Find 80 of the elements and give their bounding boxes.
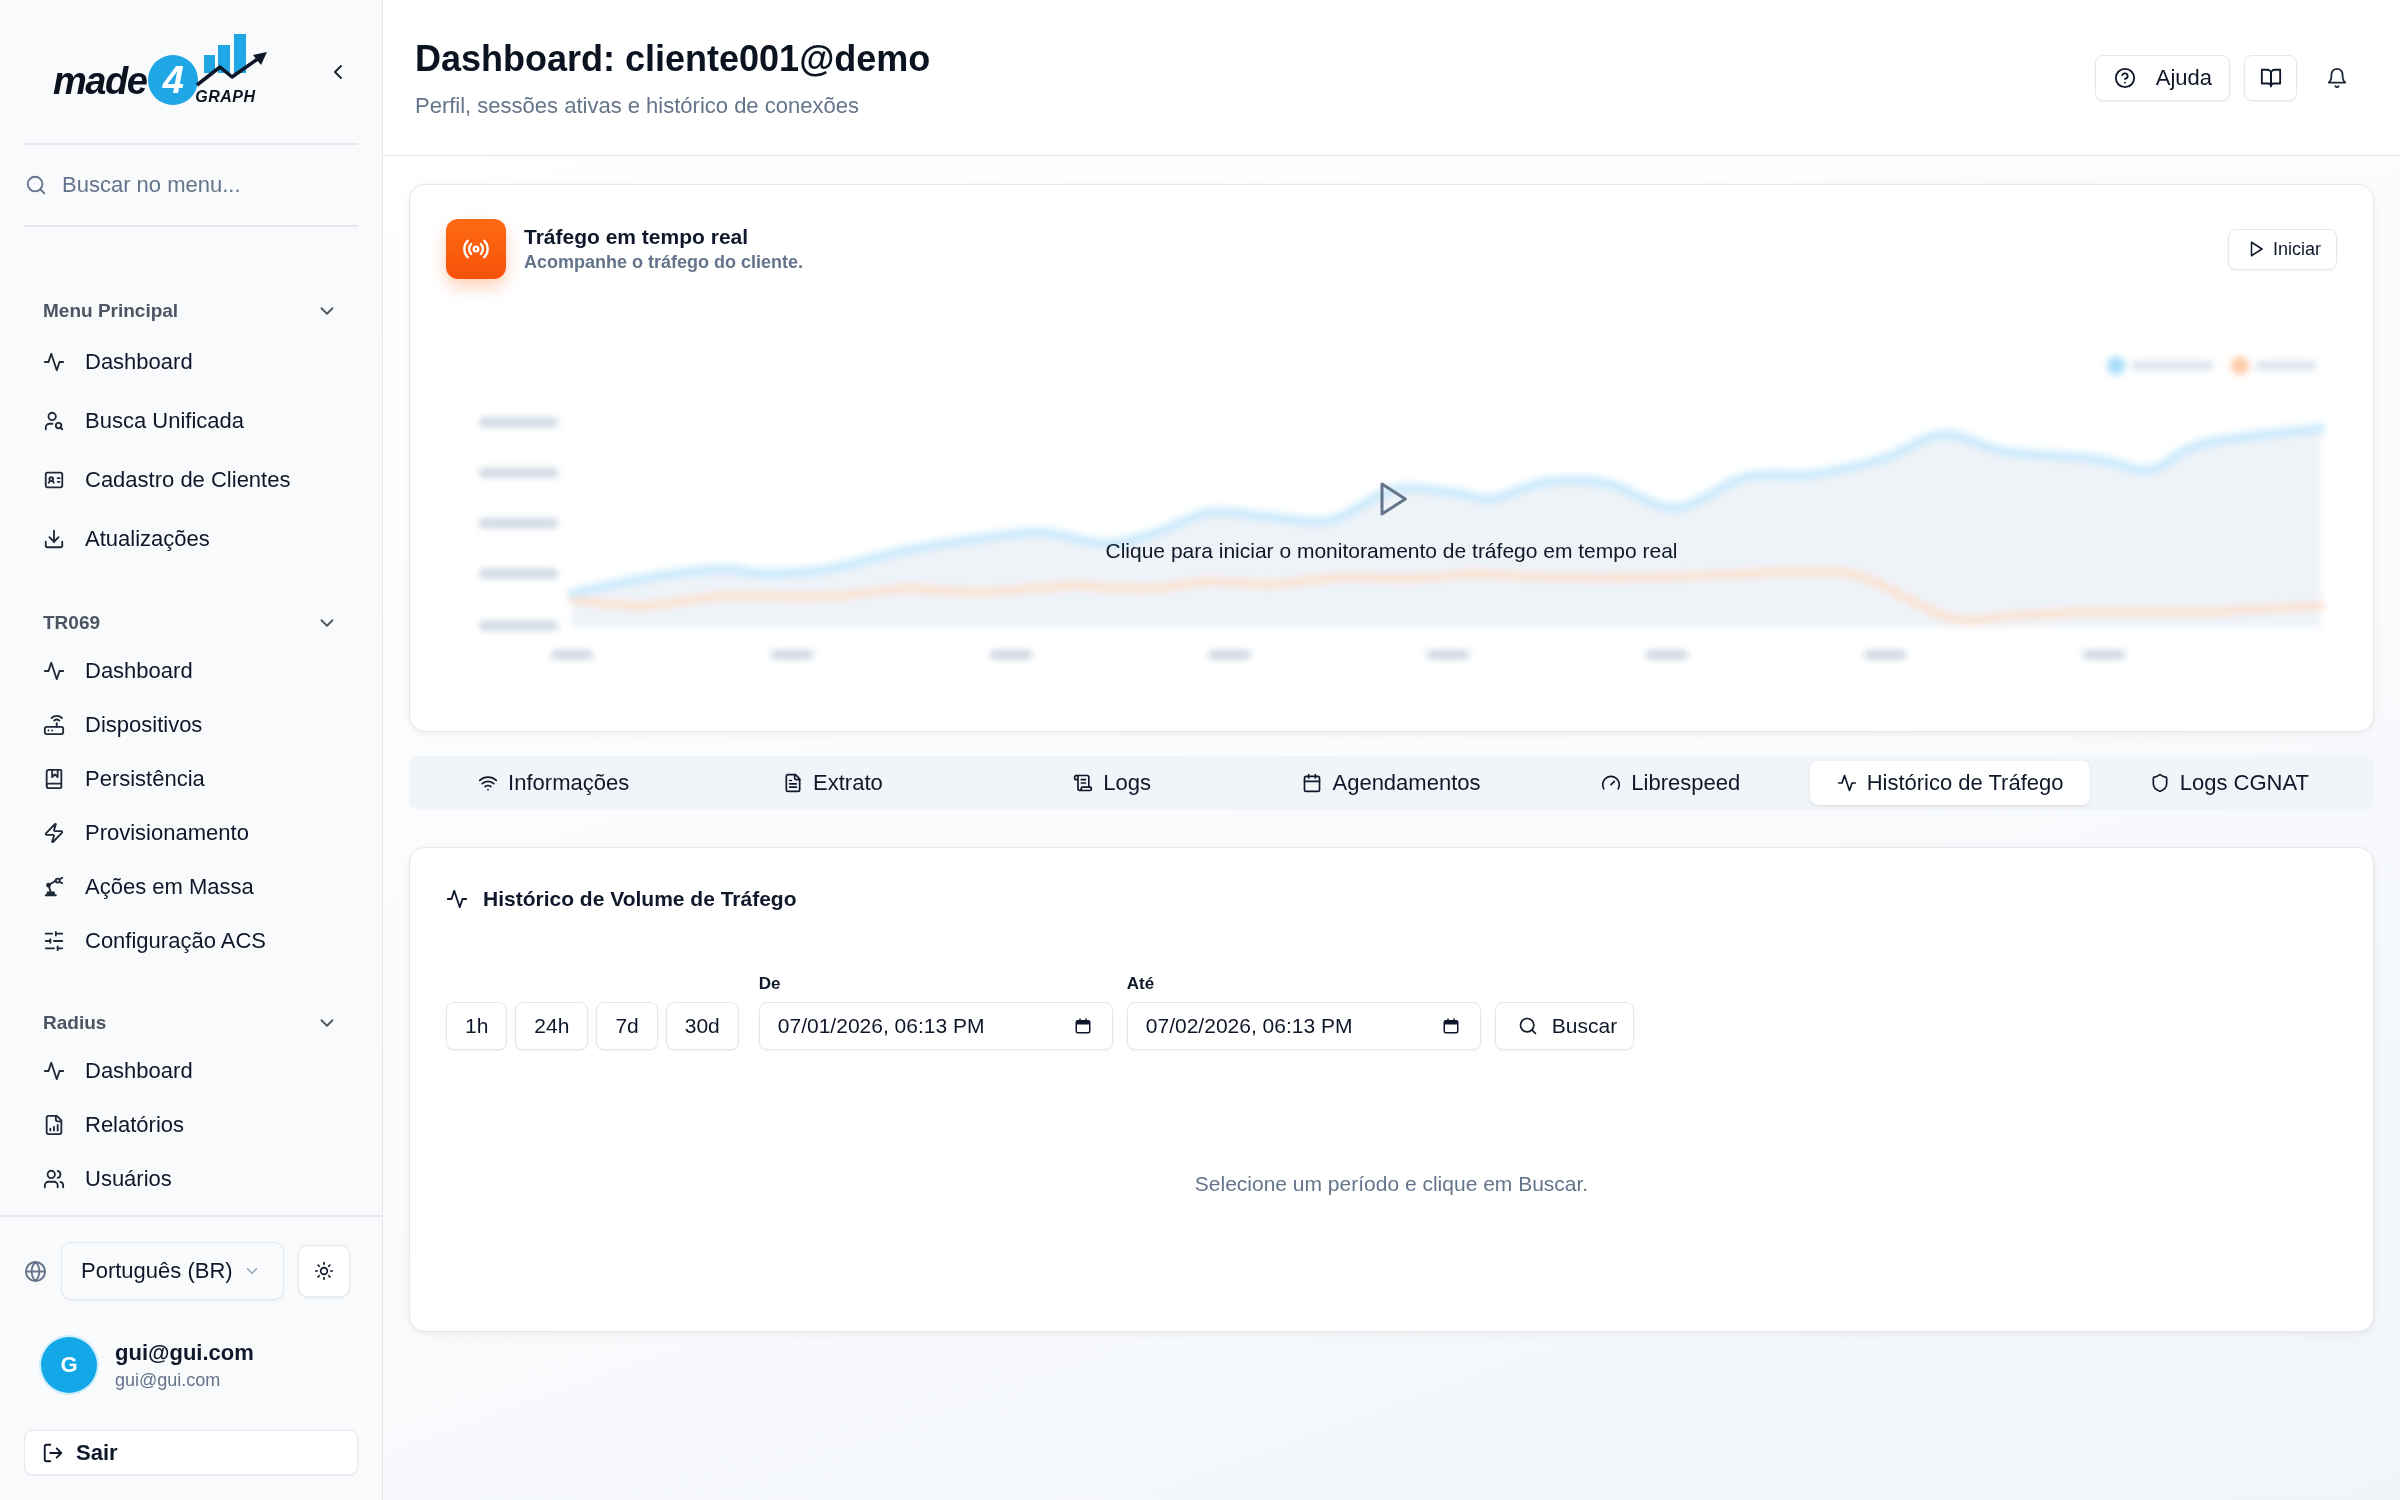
- tab[interactable]: Informações: [414, 761, 694, 805]
- tab[interactable]: Logs: [972, 761, 1252, 805]
- search-icon: [25, 174, 47, 196]
- logout-icon: [42, 1441, 64, 1464]
- user-email: gui@gui.com: [115, 1368, 222, 1391]
- pulse-line-icon: [446, 888, 468, 910]
- nav-item[interactable]: Busca Unificada: [24, 391, 358, 450]
- tab[interactable]: Extrato: [693, 761, 973, 805]
- tab[interactable]: Librespeed: [1531, 761, 1811, 805]
- nav-item[interactable]: Relatórios: [24, 1098, 358, 1152]
- theme-toggle-button[interactable]: [298, 1245, 350, 1297]
- range-preset-button[interactable]: 30d: [665, 1002, 739, 1050]
- page-title: Dashboard: cliente001@demo: [415, 38, 931, 79]
- scroll-icon: [1073, 773, 1094, 793]
- nav-item[interactable]: Persistência: [24, 752, 358, 806]
- robot-arm-icon: [43, 876, 65, 898]
- pulse-line-icon: [43, 660, 65, 682]
- wifi-icon: [478, 773, 499, 793]
- section-toggle[interactable]: TR069: [24, 602, 358, 644]
- range-preset-button[interactable]: 24h: [515, 1002, 589, 1050]
- sliders-icon: [43, 930, 65, 952]
- search-button[interactable]: Buscar: [1494, 1002, 1635, 1050]
- empty-state-message: Selecione um período e clique em Buscar.: [1194, 1171, 1589, 1196]
- pulse-line-icon: [43, 350, 65, 373]
- lightning-icon: [43, 822, 65, 844]
- globe-icon: [24, 1259, 47, 1283]
- download-icon: [43, 527, 65, 550]
- section-toggle[interactable]: Menu Principal: [24, 290, 358, 332]
- nav-item[interactable]: Cadastro de Clientes: [24, 450, 358, 509]
- card-subtitle: Acompanhe o tráfego do cliente.: [524, 251, 804, 273]
- nav-item[interactable]: Atualizações: [24, 509, 358, 568]
- card-title: Tráfego em tempo real: [524, 225, 750, 249]
- range-preset-button[interactable]: 1h: [446, 1002, 508, 1050]
- user-search-icon: [43, 409, 65, 432]
- section-toggle[interactable]: Radius: [24, 1002, 358, 1044]
- field-label: Até: [1126, 974, 1156, 994]
- date-field[interactable]: 07/02/2026, 06:13 PM: [1126, 1002, 1481, 1050]
- nav-item[interactable]: Dashboard: [24, 1044, 358, 1098]
- help-circle-icon: [2113, 66, 2136, 89]
- date-field[interactable]: 07/01/2026, 06:13 PM: [758, 1002, 1113, 1050]
- field-label: De: [758, 974, 782, 994]
- nav-item[interactable]: Usuários: [24, 1152, 358, 1206]
- nav-item[interactable]: Dashboard: [24, 644, 358, 698]
- search-icon: [1517, 1016, 1538, 1036]
- tab[interactable]: Logs CGNAT: [2089, 761, 2369, 805]
- bar-chart-arrow-icon: [195, 32, 269, 87]
- calendar-icon: [1441, 1017, 1460, 1035]
- start-button[interactable]: Iniciar: [2228, 228, 2337, 270]
- pulse-line-icon: [1836, 773, 1857, 793]
- help-button[interactable]: Ajuda: [2094, 54, 2230, 101]
- tab[interactable]: Agendamentos: [1251, 761, 1532, 805]
- bookmark-book-icon: [43, 768, 65, 790]
- document-icon: [783, 773, 804, 793]
- range-preset-button[interactable]: 7d: [596, 1002, 658, 1050]
- logout-button[interactable]: Sair: [24, 1430, 358, 1475]
- avatar: G: [41, 1337, 97, 1393]
- nav-item[interactable]: Dispositivos: [24, 698, 358, 752]
- calendar-icon: [1302, 773, 1323, 793]
- router-icon: [43, 714, 65, 736]
- sun-icon: [314, 1261, 334, 1281]
- page-subtitle: Perfil, sessões ativas e histórico de conexões: [415, 94, 860, 117]
- broadcast-icon: [446, 219, 506, 279]
- docs-button[interactable]: [2244, 54, 2297, 101]
- user-name: gui@gui.com: [115, 1339, 254, 1366]
- pulse-line-icon: [43, 1060, 65, 1082]
- open-book-icon: [2259, 66, 2282, 89]
- search-field[interactable]: Buscar no menu...: [62, 168, 358, 202]
- language-select[interactable]: Português (BR): [61, 1242, 284, 1300]
- card-title: Histórico de Volume de Tráfego: [483, 887, 797, 911]
- nav-item[interactable]: Dashboard: [24, 332, 358, 391]
- users-icon: [43, 1168, 65, 1190]
- calendar-icon: [1073, 1017, 1092, 1035]
- file-chart-icon: [43, 1114, 65, 1136]
- nav-item[interactable]: Configuração ACS: [24, 914, 358, 968]
- notification-bell-icon[interactable]: [2326, 66, 2348, 89]
- logo-wordmark: made: [53, 58, 147, 103]
- gauge-icon: [1601, 773, 1622, 793]
- nav-item[interactable]: Ações em Massa: [24, 860, 358, 914]
- tab[interactable]: Histórico de Tráfego: [1810, 761, 2090, 805]
- nav-item[interactable]: Provisionamento: [24, 806, 358, 860]
